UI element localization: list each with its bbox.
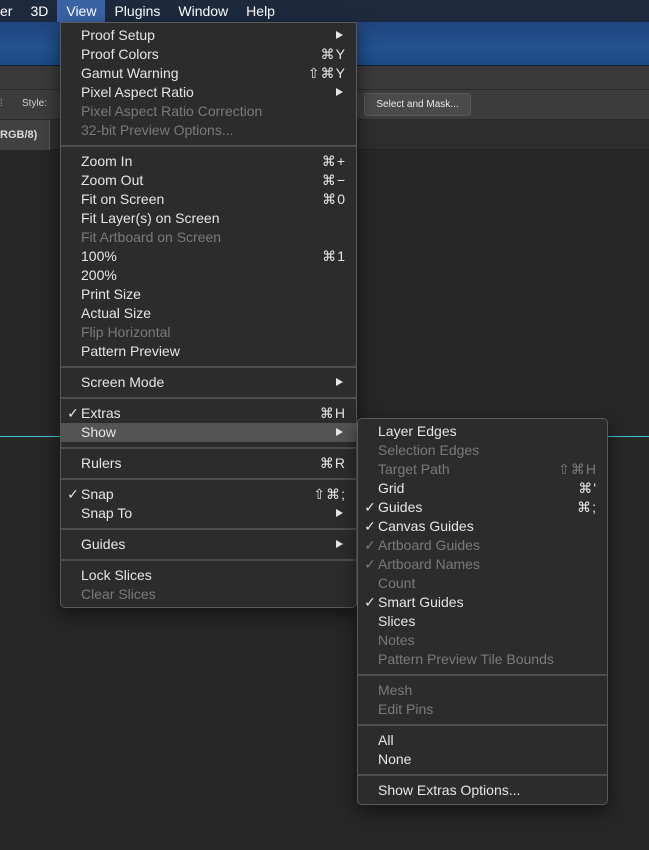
submenu-item-notes: Notes [378, 632, 415, 648]
checkmark-icon: ✓ [364, 537, 376, 553]
submenu-arrow-icon [336, 428, 343, 436]
submenu-item-artboard-guides: ✓ Artboard Guides [358, 536, 607, 555]
menu-separator [61, 528, 356, 530]
menu-item-proof-setup[interactable]: Proof Setup [61, 26, 356, 45]
select-and-mask-button[interactable]: Select and Mask... [364, 93, 471, 116]
menu-3d[interactable]: 3D [21, 0, 57, 22]
submenu-item-smart-guides[interactable]: ✓ Smart Guides [358, 593, 607, 612]
menu-item-snap-to[interactable]: Snap To [61, 504, 356, 523]
submenu-arrow-icon [336, 378, 343, 386]
submenu-item-selection-edges: Selection Edges [378, 442, 480, 458]
shortcut: ⌘+ [321, 153, 346, 169]
menu-item-snap[interactable]: ✓ Snap ⇧⌘; [61, 485, 356, 504]
menu-view[interactable]: View [57, 0, 106, 22]
checkmark-icon: ✓ [364, 594, 376, 610]
menu-item-200-percent[interactable]: 200% [61, 266, 356, 285]
menu-item-fit-on-screen[interactable]: Fit on Screen ⌘0 [61, 190, 356, 209]
menu-separator [358, 674, 607, 676]
style-label: Style: [22, 98, 48, 109]
view-menu: Proof Setup Proof Colors ⌘Y Gamut Warning… [60, 22, 357, 608]
submenu-item-show-extras-options[interactable]: Show Extras Options... [358, 781, 607, 800]
checkmark-icon: ✓ [67, 405, 79, 421]
submenu-item-layer-edges[interactable]: Layer Edges [358, 422, 607, 441]
menu-item-fit-layers-on-screen[interactable]: Fit Layer(s) on Screen [61, 209, 356, 228]
submenu-item-all[interactable]: All [358, 731, 607, 750]
menu-item-32bit-preview-options: 32-bit Preview Options... [81, 122, 234, 138]
menu-plugins[interactable]: Plugins [105, 0, 169, 22]
menu-item-actual-size[interactable]: Actual Size [61, 304, 356, 323]
menu-item-lock-slices[interactable]: Lock Slices [61, 566, 356, 585]
submenu-arrow-icon [336, 31, 343, 39]
submenu-item-pattern-preview-tile-bounds: Pattern Preview Tile Bounds [378, 651, 554, 667]
shortcut: ⌘R [319, 455, 346, 471]
app-menu-bar: er 3D View Plugins Window Help [0, 0, 649, 22]
shortcut: ⌘' [578, 480, 597, 496]
shortcut: ⇧⌘Y [307, 65, 346, 81]
submenu-item-mesh: Mesh [378, 682, 413, 698]
tool-preset-glyph[interactable]: ⁞ [0, 98, 3, 109]
menu-item-flip-horizontal: Flip Horizontal [81, 324, 171, 340]
menu-separator [61, 145, 356, 147]
submenu-item-artboard-names: ✓ Artboard Names [358, 555, 607, 574]
menu-separator [61, 559, 356, 561]
menu-item-fit-artboard-on-screen: Fit Artboard on Screen [81, 229, 222, 245]
submenu-item-edit-pins: Edit Pins [378, 701, 434, 717]
menu-item-gamut-warning[interactable]: Gamut Warning ⇧⌘Y [61, 64, 356, 83]
checkmark-icon: ✓ [364, 499, 376, 515]
submenu-item-count: Count [378, 575, 416, 591]
menu-item-show[interactable]: Show [61, 423, 356, 442]
shortcut: ⇧⌘H [558, 461, 597, 477]
menu-item-proof-colors[interactable]: Proof Colors ⌘Y [61, 45, 356, 64]
shortcut: ⌘; [577, 499, 597, 515]
submenu-item-canvas-guides[interactable]: ✓ Canvas Guides [358, 517, 607, 536]
menu-item-pixel-aspect-ratio-correction: Pixel Aspect Ratio Correction [81, 103, 263, 119]
shortcut: ⇧⌘; [313, 486, 346, 502]
submenu-item-slices[interactable]: Slices [358, 612, 607, 631]
submenu-item-none[interactable]: None [358, 750, 607, 769]
menu-separator [61, 397, 356, 399]
shortcut: ⌘1 [322, 248, 346, 264]
menu-item-clear-slices: Clear Slices [81, 586, 156, 602]
menu-item-print-size[interactable]: Print Size [61, 285, 356, 304]
shortcut: ⌘− [321, 172, 346, 188]
menu-help[interactable]: Help [237, 0, 284, 22]
shortcut: ⌘H [319, 405, 346, 421]
submenu-item-target-path: Target Path ⇧⌘H [378, 461, 597, 477]
menu-separator [61, 366, 356, 368]
menu-item-guides[interactable]: Guides [61, 535, 356, 554]
menu-item-rulers[interactable]: Rulers ⌘R [61, 454, 356, 473]
menu-item-screen-mode[interactable]: Screen Mode [61, 373, 356, 392]
menu-layer[interactable]: er [0, 0, 21, 22]
checkmark-icon: ✓ [364, 556, 376, 572]
checkmark-icon: ✓ [364, 518, 376, 534]
submenu-item-guides[interactable]: ✓ Guides ⌘; [358, 498, 607, 517]
submenu-arrow-icon [336, 88, 343, 96]
menu-separator [61, 447, 356, 449]
menu-item-pattern-preview[interactable]: Pattern Preview [61, 342, 356, 361]
menu-item-zoom-in[interactable]: Zoom In ⌘+ [61, 152, 356, 171]
menu-item-100-percent[interactable]: 100% ⌘1 [61, 247, 356, 266]
menu-item-extras[interactable]: ✓ Extras ⌘H [61, 404, 356, 423]
checkmark-icon: ✓ [67, 486, 79, 502]
menu-item-pixel-aspect-ratio[interactable]: Pixel Aspect Ratio [61, 83, 356, 102]
shortcut: ⌘0 [322, 191, 346, 207]
menu-item-zoom-out[interactable]: Zoom Out ⌘− [61, 171, 356, 190]
menu-separator [61, 478, 356, 480]
submenu-arrow-icon [336, 540, 343, 548]
submenu-item-grid[interactable]: Grid ⌘' [358, 479, 607, 498]
menu-separator [358, 724, 607, 726]
shortcut: ⌘Y [320, 46, 346, 62]
show-submenu: Layer Edges Selection Edges Target Path ⇧… [357, 418, 608, 805]
menu-window[interactable]: Window [169, 0, 237, 22]
menu-separator [358, 774, 607, 776]
document-tab[interactable]: RGB/8) [0, 120, 50, 150]
submenu-arrow-icon [336, 509, 343, 517]
